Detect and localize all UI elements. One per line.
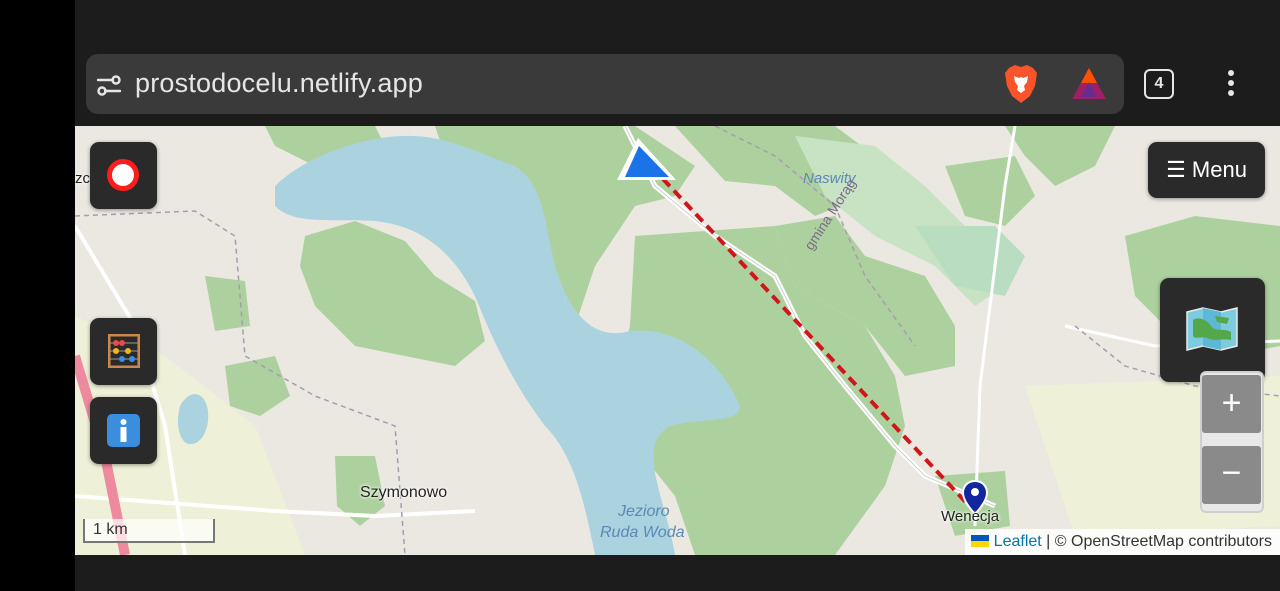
screen-left-edge [0,0,75,591]
record-icon [107,159,139,191]
label-wenecja: Wenecja [941,508,1000,525]
menu-button[interactable]: ☰ Menu [1148,142,1265,198]
info-button[interactable] [90,397,157,464]
scale-bar: 1 km [83,519,215,543]
browser-bottom-area [75,555,1280,591]
osm-attribution: | © OpenStreetMap contributors [1041,533,1272,550]
info-icon [107,414,140,447]
record-button[interactable] [90,142,157,209]
brave-shields-icon[interactable] [1003,64,1039,104]
ukraine-flag-icon [970,535,989,547]
url-text[interactable]: prostodocelu.netlify.app [135,68,423,99]
zoom-in-button[interactable]: + [1202,375,1261,433]
site-settings-icon[interactable] [96,72,122,98]
calculator-button[interactable] [90,318,157,385]
map-tiles[interactable] [75,126,1280,555]
more-vertical-icon[interactable] [1220,70,1242,100]
label-jezioro: Jezioro [618,503,670,520]
tab-switcher-button[interactable]: 4 [1144,69,1174,99]
brave-rewards-icon[interactable] [1070,66,1108,102]
map-layers-button[interactable] [1160,278,1265,382]
current-location-arrow [617,138,676,180]
map-attribution: Leaflet | © OpenStreetMap contributors [964,529,1280,555]
zoom-out-button[interactable]: − [1202,446,1261,504]
leaflet-link[interactable]: Leaflet [994,533,1042,550]
label-szymonowo: Szymonowo [360,484,448,501]
abacus-icon [108,334,140,368]
label-ruda-woda: Ruda Woda [600,524,685,541]
folded-map-icon [1186,307,1238,351]
map-view[interactable]: Naswity gmina Morąg Szymonowo Wenecja Je… [75,126,1280,555]
